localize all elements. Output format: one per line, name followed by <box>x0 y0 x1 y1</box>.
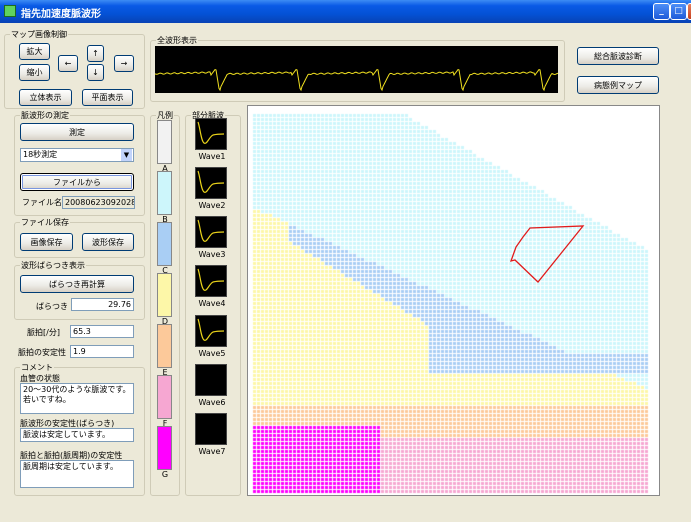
partial-wave-thumb[interactable] <box>195 315 227 347</box>
variation-value-label: ばらつき <box>36 302 68 311</box>
duration-select[interactable]: 18秒測定 ▼ <box>20 148 134 162</box>
legend-swatch-e <box>157 324 172 368</box>
partial-wave-curve <box>197 268 225 291</box>
title-bar: 指先加速度脈波形 _ □ × <box>0 0 691 23</box>
zoom-out-button[interactable]: 縮小 <box>19 64 50 81</box>
partial-wave-thumb[interactable] <box>195 216 227 248</box>
legend-letter: G <box>161 470 169 479</box>
stability-field[interactable]: 1.9 <box>70 345 134 358</box>
variation-field[interactable]: 29.76 <box>71 298 134 311</box>
close-button[interactable]: × <box>687 3 691 20</box>
partial-wave-name: Wave5 <box>198 349 226 358</box>
duration-select-value: 18秒測定 <box>23 150 58 159</box>
stability-label: 脈拍の安定性 <box>18 348 66 357</box>
arrow-up-button[interactable]: ↑ <box>87 45 104 62</box>
partial-wave-thumb[interactable] <box>195 167 227 199</box>
partial-wave-thumb[interactable] <box>195 413 227 445</box>
filename-label: ファイル名 <box>22 198 62 207</box>
legend-swatch-g <box>157 426 172 470</box>
variation-label: 波形ばらつき表示 <box>21 261 85 270</box>
legend-swatch-f <box>157 375 172 419</box>
case-map-button[interactable]: 病態例マップ <box>577 76 659 94</box>
trajectory-overlay <box>509 225 585 283</box>
wave-save-button[interactable]: 波形保存 <box>82 233 134 251</box>
partial-wave-thumb[interactable] <box>195 265 227 297</box>
partial-wave-name: Wave4 <box>198 299 226 308</box>
view-3d-button[interactable]: 立体表示 <box>19 89 72 106</box>
partial-wave-thumb[interactable] <box>195 118 227 150</box>
legend-swatch-d <box>157 273 172 317</box>
diagnosis-button[interactable]: 総合脈波診断 <box>577 47 659 65</box>
interval-stability-text[interactable]: 脈周期は安定しています。 <box>20 460 134 488</box>
partial-wave-name: Wave7 <box>198 447 226 456</box>
legend-swatch-c <box>157 222 172 266</box>
arrow-left-button[interactable]: ← <box>58 55 78 72</box>
waveform-stability-text[interactable]: 脈波は安定しています。 <box>20 428 134 442</box>
trajectory-line <box>509 225 585 283</box>
app-icon <box>4 5 16 17</box>
overall-waveform-plot <box>155 46 558 93</box>
map-control-label: マップ画像制御 <box>11 30 67 39</box>
partial-wave-thumb[interactable] <box>195 364 227 396</box>
from-file-button[interactable]: ファイルから <box>20 173 134 191</box>
partial-wave-curve <box>197 170 225 193</box>
zoom-in-button[interactable]: 拡大 <box>19 43 50 60</box>
partial-wave-name: Wave3 <box>198 250 226 259</box>
pulse-field[interactable]: 65.3 <box>70 325 134 338</box>
file-save-label: ファイル保存 <box>21 218 69 227</box>
comment-label: コメント <box>21 363 53 372</box>
legend-label: 凡例 <box>157 111 173 120</box>
arrow-down-button[interactable]: ↓ <box>87 64 104 81</box>
partial-wave-name: Wave6 <box>198 398 226 407</box>
window-title: 指先加速度脈波形 <box>21 9 101 20</box>
measure-button[interactable]: 測定 <box>20 123 134 141</box>
measure-label: 脈波形の測定 <box>21 111 69 120</box>
minimize-button[interactable]: _ <box>653 3 670 20</box>
recalc-button[interactable]: ばらつき再計算 <box>20 275 134 293</box>
pulse-label: 脈拍[/分] <box>27 328 60 337</box>
arrow-right-button[interactable]: → <box>114 55 134 72</box>
view-2d-button[interactable]: 平面表示 <box>82 89 133 106</box>
legend-swatch-b <box>157 171 172 215</box>
image-save-button[interactable]: 画像保存 <box>20 233 73 251</box>
partial-wave-curve <box>197 219 225 242</box>
filename-field: 20080623092028T.c <box>62 196 135 209</box>
maximize-button[interactable]: □ <box>670 3 687 20</box>
partial-wave-name: Wave2 <box>198 201 226 210</box>
map-panel[interactable] <box>247 105 660 496</box>
vessel-text[interactable]: 20～30代のような脈波です。若いですね。 <box>20 383 134 414</box>
partial-wave-name: Wave1 <box>198 152 226 161</box>
legend-swatch-a <box>157 120 172 164</box>
partial-wave-curve <box>197 121 225 144</box>
overall-waveform-label: 全波形表示 <box>157 36 197 45</box>
chevron-down-icon[interactable]: ▼ <box>121 149 132 161</box>
partial-wave-curve <box>197 318 225 341</box>
